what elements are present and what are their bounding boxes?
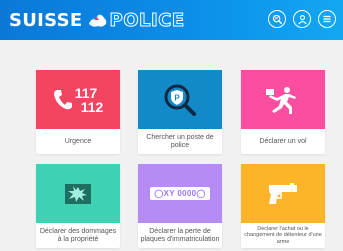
logo-swiss-text: SUISSE <box>9 9 83 31</box>
tile-property-damage-art <box>36 164 120 223</box>
tile-declare-theft[interactable]: Déclarer un vol <box>241 70 325 154</box>
plate-text: XY 0000 <box>163 189 197 198</box>
tile-lost-plates-label: Déclarer la perte de plaques d'immatricu… <box>140 227 220 243</box>
tile-urgence[interactable]: 117 112 Urgence <box>36 70 120 154</box>
police-badge-button[interactable]: P <box>268 10 286 28</box>
user-icon <box>297 14 307 24</box>
tile-lost-plates-art: ◯XY 0000◯ <box>138 164 222 223</box>
logo-police-text: POLICE <box>109 9 185 31</box>
profile-button[interactable] <box>293 10 311 28</box>
tile-declare-theft-label: Déclarer un vol <box>259 137 307 145</box>
search-police-icon: P <box>164 84 196 116</box>
tile-weapon-change-label: Declarer l'achat ou le changement de dét… <box>244 225 322 245</box>
tile-weapon-change[interactable]: Declarer l'achat ou le changement de dét… <box>241 164 325 248</box>
svg-text:P: P <box>174 93 180 102</box>
tile-declare-theft-art <box>241 70 325 129</box>
emergency-number-112: 112 <box>80 98 104 115</box>
tile-property-damage[interactable]: Déclarer des dommages à la propriété <box>36 164 120 248</box>
app-header: SUISSE POLICE P <box>0 0 343 40</box>
menu-button[interactable] <box>318 10 336 28</box>
tile-urgence-label: Urgence <box>64 137 92 145</box>
license-plate-icon: ◯XY 0000◯ <box>150 187 210 200</box>
tile-property-damage-label: Déclarer des dommages à la propriété <box>39 227 117 243</box>
tile-search-police-art: P <box>138 70 222 129</box>
broken-glass-icon <box>65 183 91 204</box>
plate-shield-left-icon: ◯ <box>154 189 164 198</box>
thief-running-icon <box>266 86 296 114</box>
tile-search-police[interactable]: P Chercher un poste de police <box>138 70 222 154</box>
tile-weapon-change-art <box>241 164 325 223</box>
police-badge-icon: P <box>272 14 282 24</box>
svg-text:P: P <box>275 16 278 21</box>
tile-lost-plates[interactable]: ◯XY 0000◯ Déclarer la perte de plaques d… <box>138 164 222 248</box>
tile-search-police-label: Chercher un poste de police <box>146 133 214 149</box>
gun-icon <box>269 182 297 204</box>
tile-urgence-art: 117 112 <box>36 70 120 129</box>
app-logo[interactable]: SUISSE POLICE <box>9 9 185 31</box>
phone-icon <box>53 89 72 109</box>
emergency-number-117: 117 <box>74 84 98 101</box>
menu-icon <box>323 15 331 23</box>
plate-shield-right-icon: ◯ <box>196 189 206 198</box>
swiss-map-icon <box>87 9 109 31</box>
